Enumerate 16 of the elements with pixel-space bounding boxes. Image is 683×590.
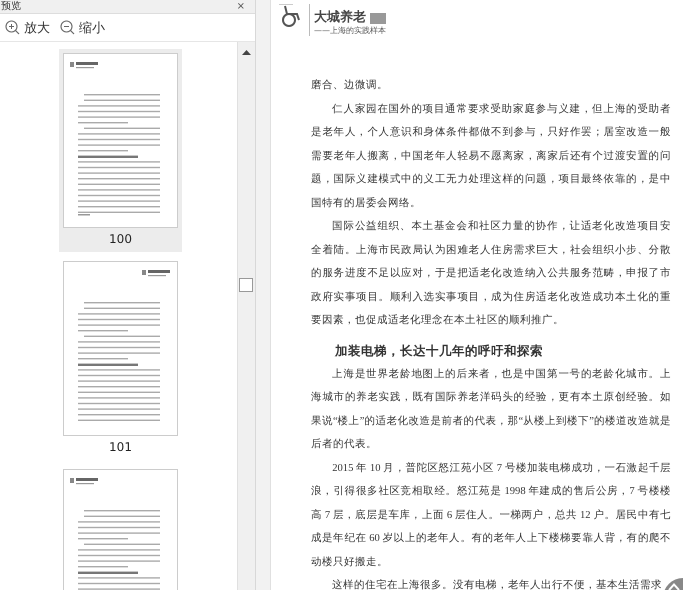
zoom-out-button[interactable]: 缩小 (60, 18, 105, 36)
body-paragraph: 上海是世界老龄地图上的后来者，也是中国第一号的老龄化城市。上海城市的养老实践，既有国际养老洋码头的经验，更有本土原创经验。如果说“楼上”的适老化改造是前者的代表，那“从楼上到楼下”的楼道改造就是后者的代表。 (311, 367, 671, 452)
body-paragraph: 仁人家园在国外的项目通常要求受助家庭参与义建，但上海的受助者是老年人，个人意识和身体条件都做不到参与，只好作罢；居室改造一般需要老年人搬离，中国老年人轻易不愿离家，离家后还有个过渡安置的问题，国际义建模式中的义工无力处理这样的问题，项目最终依靠的，是中国特有的居委会网络。 (311, 102, 671, 210)
book-title: 大城养老 (314, 10, 366, 26)
body-paragraph: 国际公益组织、本土基金会和社区力量的协作，让适老化改造项目安全着陆。上海市民政局认为困难老人住房需求巨大，社会组织小步、分散的服务进度不足以应对，于是把适老化改造纳入公共服务范畴，申报了市政府实事项目。顺利入选实事项目，成为住房适老化改造成功本土化的重要因素，也促成适老化理念在本土社区的顺利推广。 (311, 219, 671, 328)
zoom-in-button[interactable]: 放大 (5, 18, 50, 36)
page-number: 101 (109, 439, 132, 456)
book-subtitle: ——上海的实践样本 (314, 26, 386, 36)
panel-title: 预览 (0, 0, 21, 12)
close-icon[interactable]: × (236, 0, 245, 12)
body-paragraph: 磨合、边微调。 (311, 78, 389, 93)
section-heading: 加装电梯，长达十几年的呼吁和探索 (335, 342, 544, 360)
page-number: 100 (109, 231, 132, 248)
body-paragraph: 这样的住宅在上海很多。没有电梯，老年人出行不便，基本生活需求 (331, 578, 664, 590)
body-paragraph: 2015 年 10 月，普陀区怒江苑小区 7 号楼加装电梯成功，一石激起千层浪，引得很多社区竞相取经。怒江苑是 1998 年建成的售后公房，7 号楼楼高 7 层，底层是车库，上面 6 层住人。一梯两户，总共 12 户。居民中有七成是年纪在 60 岁以上的老年人。有的老年人上下楼梯要靠人背，有的爬不动楼只好搬走。 (311, 461, 671, 570)
page-thumbnail[interactable]: 100 (59, 49, 182, 252)
